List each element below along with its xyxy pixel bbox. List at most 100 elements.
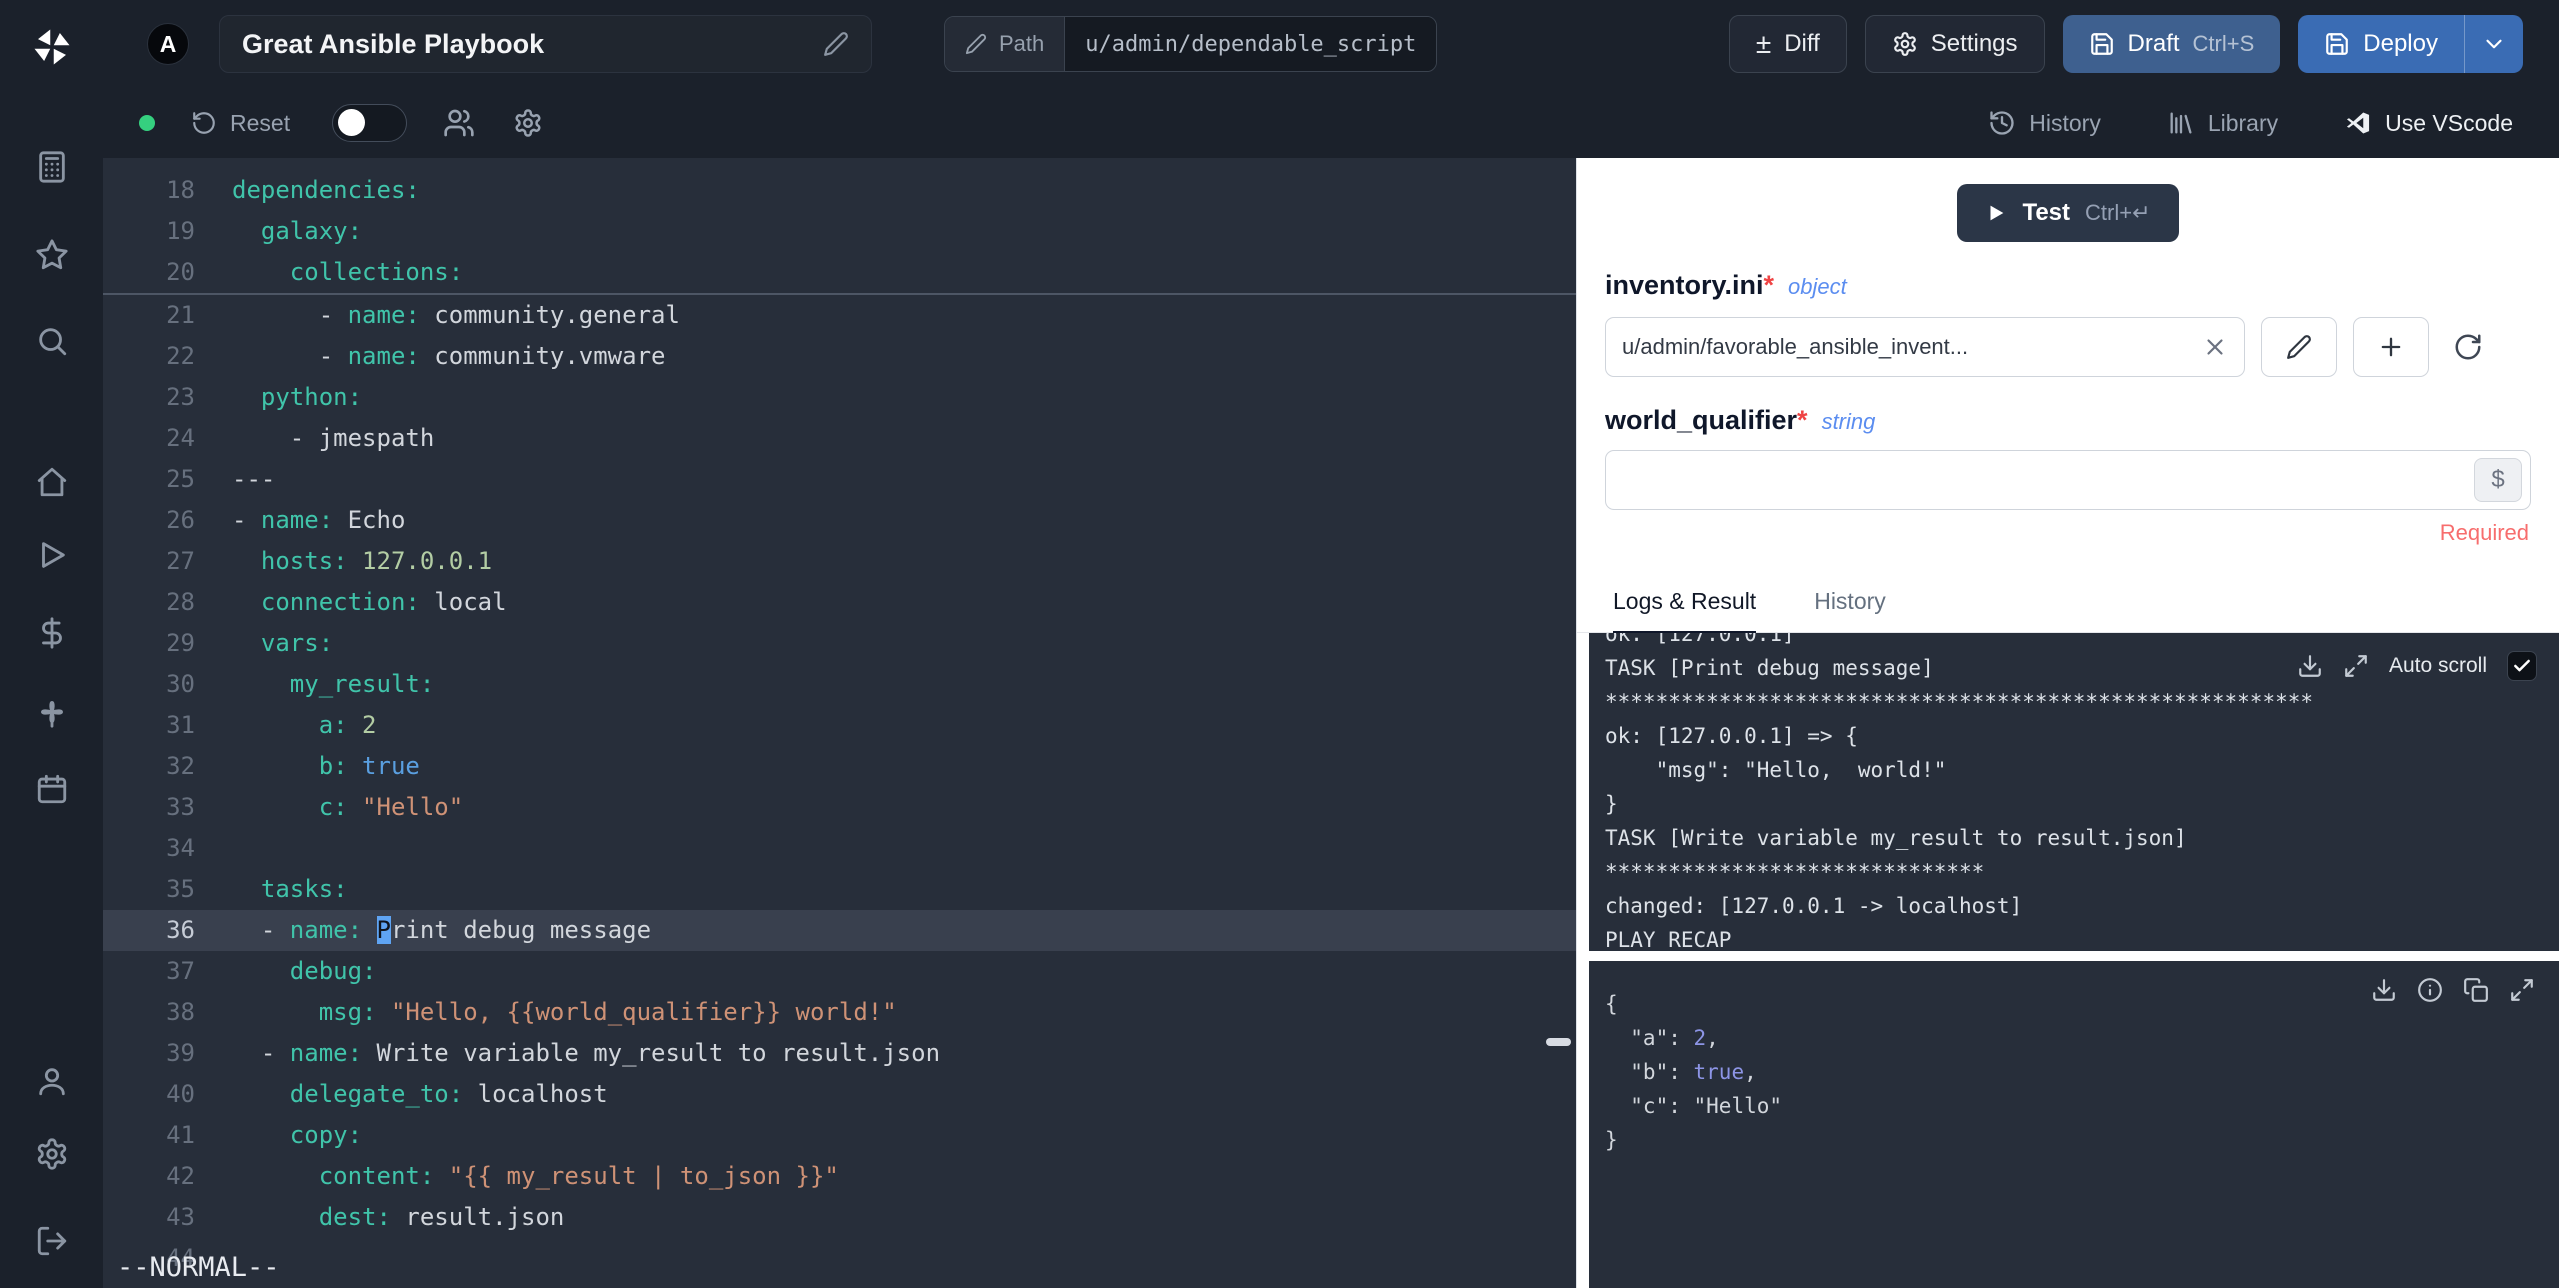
check-icon (2512, 656, 2532, 676)
library-button[interactable]: Library (2167, 109, 2278, 137)
play-runs-icon[interactable] (35, 538, 69, 572)
diff-button[interactable]: ± Diff (1728, 15, 1847, 73)
clear-icon[interactable] (2202, 334, 2228, 360)
code-line[interactable]: 20 collections: (103, 252, 1576, 293)
history-button[interactable]: History (1988, 109, 2101, 137)
code-line[interactable]: 21 - name: community.general (103, 295, 1576, 336)
deploy-button[interactable]: Deploy (2298, 15, 2464, 73)
code-line[interactable]: 27 hosts: 127.0.0.1 (103, 541, 1576, 582)
code-line[interactable]: 31 a: 2 (103, 705, 1576, 746)
auto-scroll-checkbox[interactable] (2507, 651, 2537, 681)
vscode-icon (2344, 109, 2372, 137)
code-line[interactable]: 32 b: true (103, 746, 1576, 787)
script-title-box[interactable]: Great Ansible Playbook (219, 15, 872, 73)
code-line[interactable]: 28 connection: local (103, 582, 1576, 623)
code-line[interactable]: 40 delegate_to: localhost (103, 1074, 1576, 1115)
diff-toggle[interactable] (332, 104, 408, 142)
tab-history[interactable]: History (1814, 588, 1886, 632)
deploy-dropdown-button[interactable] (2464, 15, 2523, 73)
app-window: A Great Ansible Playbook Path u/admin/de… (0, 0, 2559, 1288)
inventory-input-row: u/admin/favorable_ansible_invent... (1605, 317, 2531, 377)
use-vscode-button[interactable]: Use VScode (2344, 109, 2513, 137)
avatar[interactable]: A (147, 23, 189, 65)
edit-inventory-button[interactable] (2261, 317, 2337, 377)
inventory-input[interactable]: u/admin/favorable_ansible_invent... (1605, 317, 2245, 377)
path-label: Path (999, 31, 1045, 56)
code-line[interactable]: 43 dest: result.json (103, 1197, 1576, 1238)
add-inventory-button[interactable] (2353, 317, 2429, 377)
code-line[interactable]: 44 (103, 1238, 1576, 1279)
download-logs-icon[interactable] (2297, 653, 2323, 679)
code-line[interactable]: 39 - name: Write variable my_result to r… (103, 1033, 1576, 1074)
field-name: inventory.ini (1605, 270, 1764, 300)
edit-title-pencil-icon[interactable] (823, 31, 849, 57)
log-line: ****************************************… (1605, 690, 2314, 714)
library-label: Library (2207, 109, 2279, 136)
test-button[interactable]: Test Ctrl+↵ (1957, 184, 2179, 242)
pane-resize-handle[interactable] (1546, 1038, 1571, 1046)
gear-icon[interactable] (35, 1137, 69, 1171)
plus-icon (2377, 333, 2405, 361)
draft-button[interactable]: Draft Ctrl+S (2062, 15, 2281, 73)
download-result-icon[interactable] (2371, 977, 2397, 1003)
code-line[interactable]: 19 galaxy: (103, 211, 1576, 252)
user-icon[interactable] (35, 1064, 69, 1098)
field-type: string (1821, 409, 1876, 434)
dollar-variables-icon[interactable] (35, 616, 69, 650)
code-line[interactable]: 36 - name: Print debug message (103, 910, 1576, 951)
save-icon (2089, 31, 2115, 57)
search-icon[interactable] (35, 324, 69, 358)
settings-button[interactable]: Settings (1864, 15, 2045, 73)
code-line[interactable]: 42 content: "{{ my_result | to_json }}" (103, 1156, 1576, 1197)
expand-logs-icon[interactable] (2343, 653, 2369, 679)
required-asterisk: * (1763, 270, 1775, 300)
code-line[interactable]: 37 debug: (103, 951, 1576, 992)
info-icon[interactable] (2417, 977, 2443, 1003)
refresh-inventory-button[interactable] (2453, 332, 2483, 362)
code-line[interactable]: 29 vars: (103, 623, 1576, 664)
home-icon[interactable] (35, 465, 69, 499)
world-qualifier-field-label: world_qualifier * string (1605, 405, 2559, 436)
code-line[interactable]: 25 --- (103, 459, 1576, 500)
collaborators-icon[interactable] (443, 107, 475, 139)
code-line[interactable]: 18 dependencies: (103, 170, 1576, 211)
code-line[interactable]: 23 python: (103, 377, 1576, 418)
result-line: } (1605, 1128, 1618, 1152)
code-line[interactable]: 38 msg: "Hello, {{world_qualifier}} worl… (103, 992, 1576, 1033)
code-line[interactable]: 41 copy: (103, 1115, 1576, 1156)
windmill-logo-icon[interactable] (31, 26, 73, 68)
code-line[interactable]: 22 - name: community.vmware (103, 336, 1576, 377)
log-line: } (1605, 792, 1618, 816)
vscode-label: Use VScode (2385, 109, 2513, 136)
field-name: world_qualifier (1605, 405, 1798, 435)
editor-settings-gear-icon[interactable] (513, 108, 543, 138)
code-line[interactable]: 33 c: "Hello" (103, 787, 1576, 828)
pinwheel-resources-icon[interactable] (35, 695, 69, 729)
logs-output[interactable]: ok: [127.0.0.1] TASK [Print debug message… (1589, 633, 2559, 951)
pencil-icon (2286, 334, 2312, 360)
code-line[interactable]: 26- name: Echo (103, 500, 1576, 541)
variable-picker-button[interactable]: $ (2474, 458, 2522, 502)
tab-logs-result[interactable]: Logs & Result (1613, 588, 1757, 634)
result-output[interactable]: { "a": 2, "b": true, "c": "Hello"} (1589, 961, 2559, 1288)
topbar-actions: ± Diff Settings Draft Ctrl+S Deploy (1728, 15, 2523, 73)
world-qualifier-input[interactable]: $ (1605, 450, 2531, 510)
expand-result-icon[interactable] (2509, 977, 2535, 1003)
path-widget[interactable]: Path u/admin/dependable_script (944, 16, 1438, 72)
code-line[interactable]: 35 tasks: (103, 869, 1576, 910)
calendar-schedules-icon[interactable] (35, 772, 69, 806)
star-icon[interactable] (35, 238, 69, 272)
reset-label: Reset (230, 109, 291, 136)
code-line[interactable]: 34 (103, 828, 1576, 869)
required-message: Required (2439, 520, 2529, 545)
header: A Great Ansible Playbook Path u/admin/de… (103, 0, 2559, 158)
calculator-icon[interactable] (35, 150, 69, 184)
reset-button[interactable]: Reset (191, 110, 290, 137)
copy-result-icon[interactable] (2463, 977, 2489, 1003)
code-line[interactable]: 30 my_result: (103, 664, 1576, 705)
toggle-knob (338, 109, 366, 136)
test-shortcut: Ctrl+↵ (2085, 200, 2151, 225)
code-editor[interactable]: 18 dependencies: 19 galaxy: 20 collections:… (103, 158, 1577, 1288)
code-line[interactable]: 24 - jmespath (103, 418, 1576, 459)
logout-icon[interactable] (35, 1224, 69, 1258)
